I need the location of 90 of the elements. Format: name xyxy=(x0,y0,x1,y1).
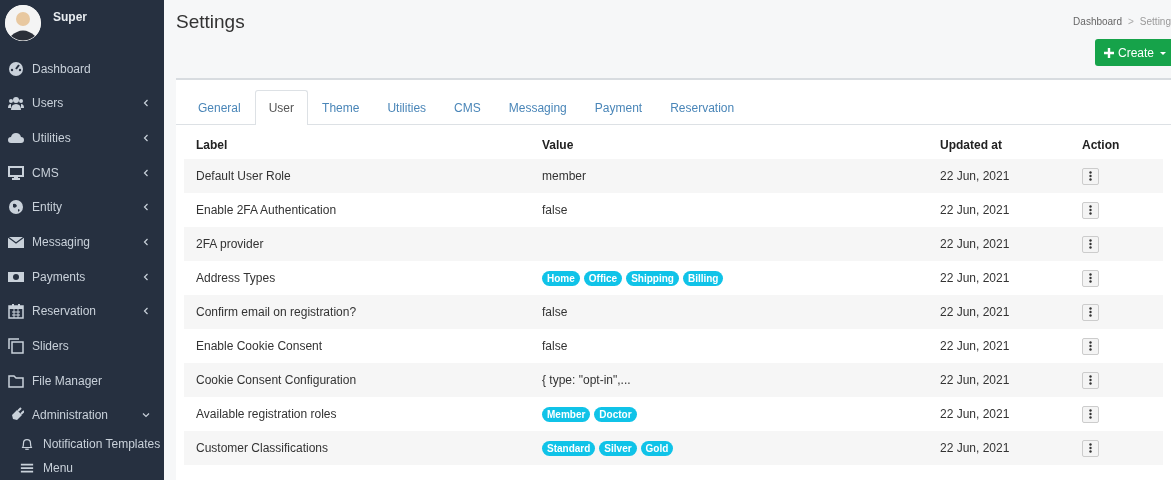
monitor-icon xyxy=(8,164,24,181)
sidebar-item[interactable]: Messaging xyxy=(0,224,164,260)
kebab-icon xyxy=(1089,171,1092,181)
kebab-icon xyxy=(1089,307,1092,317)
tab[interactable]: Theme xyxy=(308,90,374,124)
updated-date: 22 Jun, 2021 xyxy=(940,407,1010,421)
globe-icon xyxy=(8,199,24,216)
tag: Home xyxy=(542,270,580,286)
folder-icon xyxy=(8,372,24,389)
tag: Member xyxy=(542,406,591,422)
sidebar-item[interactable]: Utilities xyxy=(0,120,164,156)
action-menu-button[interactable] xyxy=(1082,235,1099,253)
tag: Doctor xyxy=(594,406,637,422)
setting-value: false xyxy=(542,203,568,217)
setting-label: Customer Classifications xyxy=(196,441,329,455)
action-menu-button[interactable] xyxy=(1082,201,1099,219)
tab[interactable]: General xyxy=(184,90,255,124)
plus-icon xyxy=(1103,47,1114,58)
action-menu-button[interactable] xyxy=(1082,405,1099,423)
sidebar-subitem[interactable]: Notification Templates xyxy=(0,432,164,457)
action-menu-button[interactable] xyxy=(1082,303,1099,321)
kebab-icon xyxy=(1089,341,1092,351)
setting-value: false xyxy=(542,339,568,353)
kebab-icon xyxy=(1089,239,1092,249)
copy-icon xyxy=(8,337,24,354)
sidebar-item[interactable]: CMS xyxy=(0,155,164,191)
updated-date: 22 Jun, 2021 xyxy=(940,441,1010,455)
setting-label: Default User Role xyxy=(196,169,291,183)
tag: Shipping xyxy=(626,270,679,286)
sidebar-item[interactable]: Administration xyxy=(0,397,164,433)
setting-label: Confirm email on registration? xyxy=(196,305,357,319)
updated-date: 22 Jun, 2021 xyxy=(940,169,1010,183)
updated-date: 22 Jun, 2021 xyxy=(940,203,1010,217)
page-title: Settings xyxy=(176,11,245,34)
kebab-icon xyxy=(1089,375,1092,385)
updated-date: 22 Jun, 2021 xyxy=(940,305,1010,319)
sidebar-item[interactable]: Entity xyxy=(0,190,164,225)
kebab-icon xyxy=(1089,443,1092,453)
tag: Gold xyxy=(640,440,674,456)
kebab-icon xyxy=(1089,273,1092,283)
setting-value: { type: "opt-in",... xyxy=(542,373,631,387)
setting-label: Cookie Consent Configuration xyxy=(196,373,357,387)
tab[interactable]: Messaging xyxy=(494,90,581,124)
kebab-icon xyxy=(1089,205,1092,215)
updated-date: 22 Jun, 2021 xyxy=(940,339,1010,353)
column-header: Value xyxy=(530,131,928,159)
sidebar-subitem[interactable]: Menu xyxy=(0,456,164,480)
column-header: Label xyxy=(184,131,530,159)
tab[interactable]: Payment xyxy=(580,90,657,124)
sidebar-item[interactable]: Payments xyxy=(0,259,164,294)
sidebar-item[interactable]: File Manager xyxy=(0,363,164,398)
tag: Silver xyxy=(599,440,637,456)
setting-label: 2FA provider xyxy=(196,237,264,251)
users-icon xyxy=(8,95,24,112)
column-header: Action xyxy=(1070,131,1163,159)
breadcrumb-separator: > xyxy=(1128,16,1134,27)
user-name: Super xyxy=(53,10,87,24)
tab[interactable]: Utilities xyxy=(373,90,441,124)
action-menu-button[interactable] xyxy=(1082,337,1099,355)
setting-label: Enable Cookie Consent xyxy=(196,339,323,353)
kebab-icon xyxy=(1089,409,1092,419)
setting-value: false xyxy=(542,305,568,319)
breadcrumb-link[interactable]: Dashboard xyxy=(1073,16,1122,27)
tab[interactable]: CMS xyxy=(440,90,495,124)
updated-date: 22 Jun, 2021 xyxy=(940,271,1010,285)
tab[interactable]: Reservation xyxy=(656,90,749,124)
updated-date: 22 Jun, 2021 xyxy=(940,237,1010,251)
envelope-icon xyxy=(8,234,24,251)
updated-date: 22 Jun, 2021 xyxy=(940,373,1010,387)
tag: Standard xyxy=(542,440,596,456)
tab[interactable]: User xyxy=(254,90,309,125)
bell-icon xyxy=(20,437,34,452)
sidebar-item[interactable]: Users xyxy=(0,86,164,121)
setting-label: Address Types xyxy=(196,271,276,285)
sidebar-item[interactable]: Dashboard xyxy=(0,51,164,87)
setting-label: Available registration roles xyxy=(196,407,337,421)
action-menu-button[interactable] xyxy=(1082,167,1099,185)
gauge-icon xyxy=(8,60,24,77)
setting-value: member xyxy=(542,169,586,183)
tag: Office xyxy=(583,270,623,286)
action-menu-button[interactable] xyxy=(1082,439,1099,457)
sidebar-item[interactable]: Sliders xyxy=(0,328,164,364)
avatar xyxy=(5,5,41,41)
column-header: Updated at xyxy=(928,131,1070,159)
action-menu-button[interactable] xyxy=(1082,371,1099,389)
setting-label: Enable 2FA Authentication xyxy=(196,203,337,217)
sidebar-item[interactable]: Reservation xyxy=(0,294,164,329)
action-menu-button[interactable] xyxy=(1082,269,1099,287)
calendar-icon xyxy=(8,303,24,320)
tag: Billing xyxy=(682,270,724,286)
